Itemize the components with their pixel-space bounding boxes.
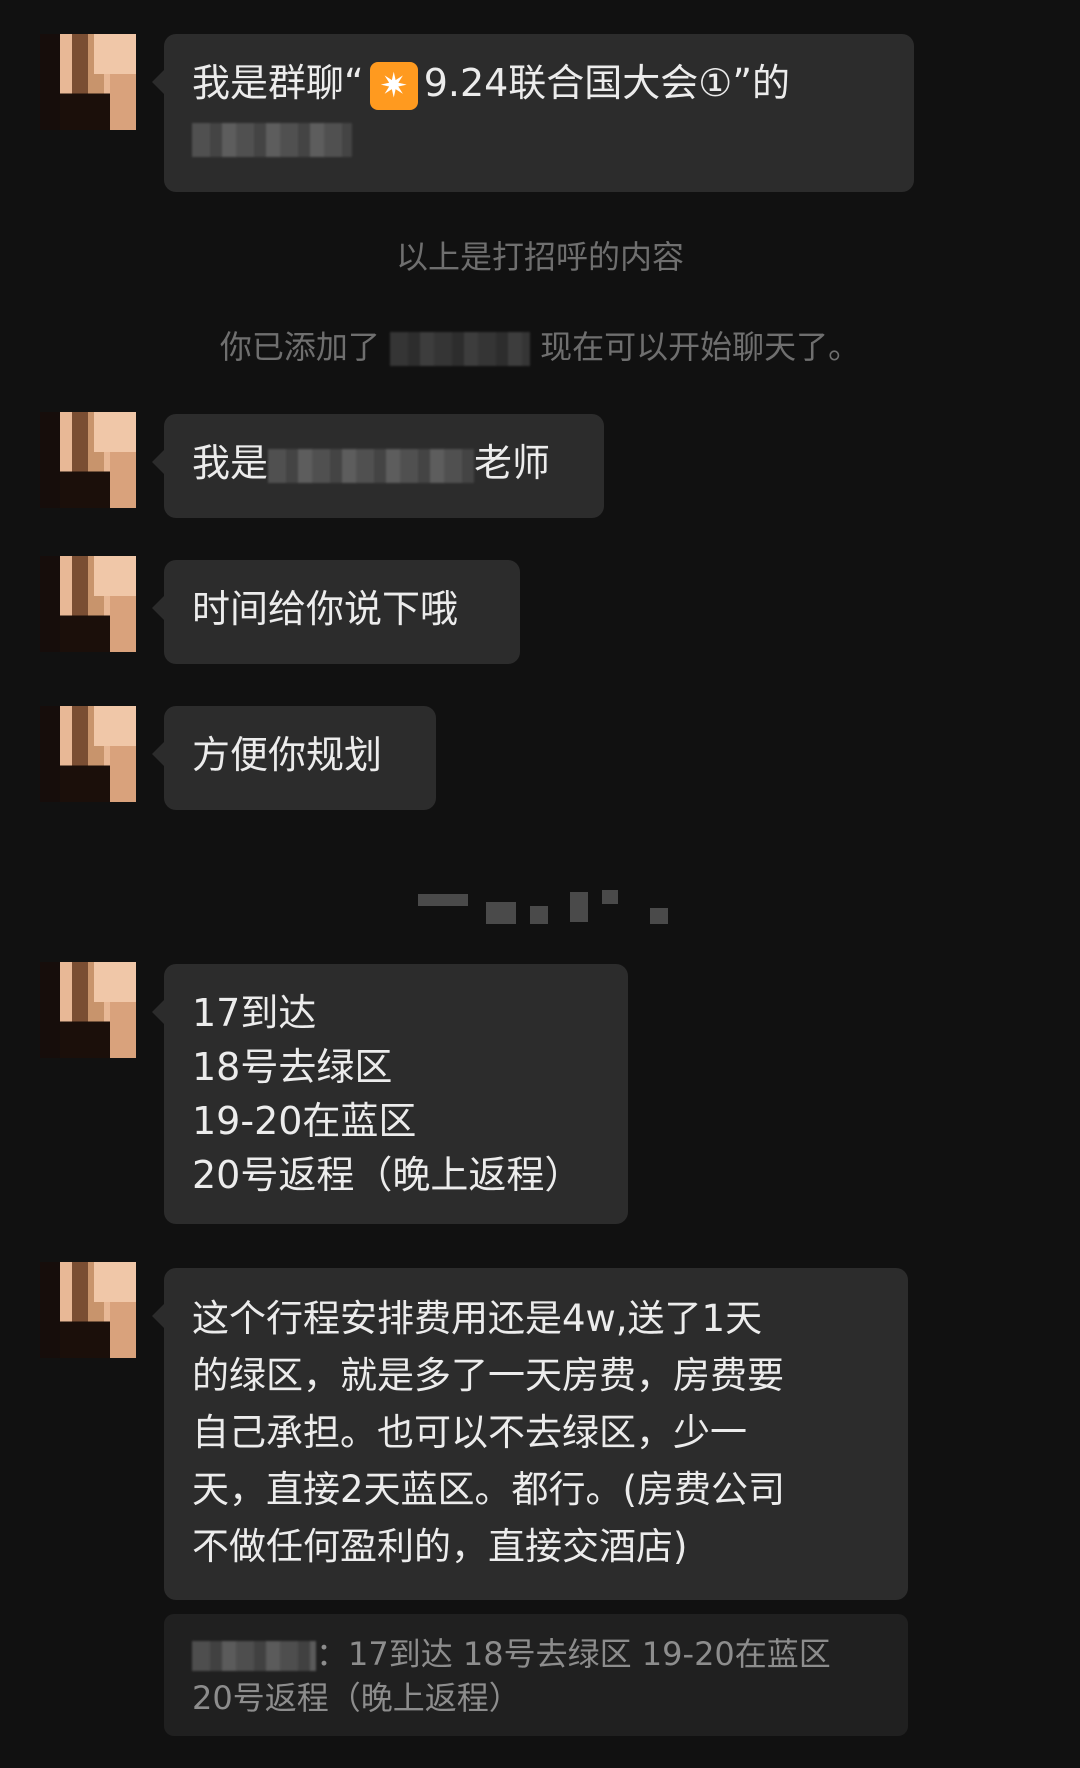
avatar[interactable] [40, 412, 136, 508]
message-text: 时间给你说下哦 [192, 587, 459, 631]
message-line: 这个行程安排费用还是4w,送了1天 [192, 1297, 763, 1340]
system-message: 你已添加了 现在可以开始聊天了。 [0, 322, 1080, 368]
message-line: 19-20在蓝区 [192, 1099, 417, 1143]
message-line: 18号去绿区 [192, 1045, 393, 1089]
quote-text: 20号返程（晚上返程） [192, 1679, 521, 1717]
redacted-text [192, 122, 352, 157]
message-line: 的绿区，就是多了一天房费，房费要 [192, 1354, 784, 1397]
message-bubble[interactable]: 我是 老师 [152, 414, 604, 518]
message-text: ”的 [732, 61, 791, 105]
quote-text: 17到达 18号去绿区 19-20在蓝区 [348, 1635, 831, 1673]
avatar[interactable] [40, 962, 136, 1058]
avatar[interactable] [40, 34, 136, 130]
quote-separator: ： [316, 1635, 349, 1673]
avatar[interactable] [40, 1262, 136, 1358]
message-text: 我是 [192, 441, 269, 485]
redacted-separator [418, 888, 668, 924]
redacted-name [268, 448, 475, 483]
message-bubble[interactable]: 时间给你说下哦 [152, 560, 520, 664]
message-line: 自己承担。也可以不去绿区，少一 [192, 1411, 747, 1454]
message-text: 我是群聊“ [192, 61, 364, 105]
message-text: 老师 [474, 441, 551, 485]
avatar[interactable] [40, 556, 136, 652]
quoted-message[interactable]: ：17到达 18号去绿区 19-20在蓝区 20号返程（晚上返程） [164, 1614, 908, 1736]
message-text: 方便你规划 [192, 733, 383, 777]
message-line: 天，直接2天蓝区。都行。(房费公司 [192, 1468, 785, 1511]
message-line: 不做任何盈利的，直接交酒店) [192, 1525, 688, 1568]
redacted-name [192, 1641, 316, 1671]
message-bubble[interactable]: 方便你规划 [152, 706, 436, 810]
group-name: 9.24联合国大会① [423, 61, 733, 105]
system-text: 现在可以开始聊天了。 [540, 328, 861, 366]
redacted-name [390, 332, 530, 366]
message-bubble[interactable]: 17到达 18号去绿区 19-20在蓝区 20号返程（晚上返程） [152, 964, 628, 1224]
star-emoji-icon: ✷ [369, 61, 418, 110]
system-text: 你已添加了 [219, 328, 380, 366]
message-line: 20号返程（晚上返程） [192, 1153, 583, 1197]
message-bubble[interactable]: 我是群聊“ ✷ 9.24联合国大会①”的 [152, 34, 914, 192]
system-message: 以上是打招呼的内容 [395, 238, 684, 276]
message-bubble[interactable]: 这个行程安排费用还是4w,送了1天 的绿区，就是多了一天房费，房费要 自己承担。… [152, 1268, 908, 1600]
avatar[interactable] [40, 706, 136, 802]
message-line: 17到达 [192, 991, 317, 1035]
